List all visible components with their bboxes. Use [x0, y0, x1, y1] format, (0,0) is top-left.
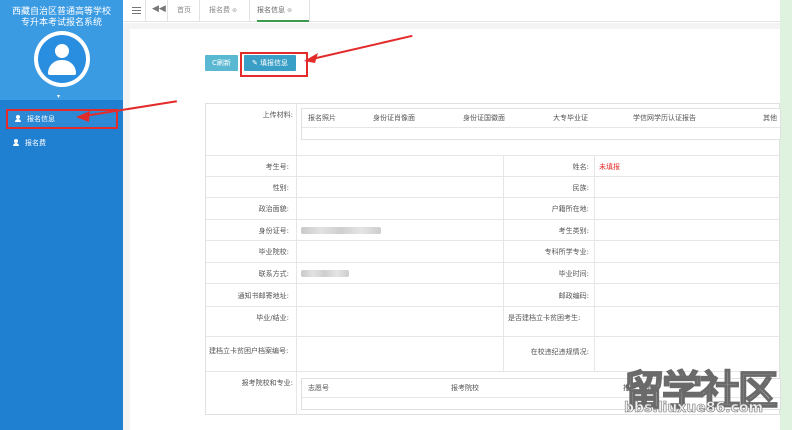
form-row: 联系方式: 毕业时间:	[206, 263, 781, 284]
name-status: 未填报	[599, 163, 620, 171]
form-row: 毕业/结业: 是否建档立卡贫困考生:	[206, 307, 781, 337]
form-row: 毕业院校: 专科所学专业:	[206, 241, 781, 263]
avatar-user-icon	[38, 35, 86, 83]
close-icon[interactable]: ⊗	[232, 1, 237, 21]
annotation-arrowhead	[304, 53, 318, 63]
column-header: 志愿号	[308, 384, 329, 392]
upload-row: 上传材料: 报名照片 身份证肖像面 身份证国徽面 大专毕业证 学信网学历认证报告…	[206, 104, 781, 156]
field-label: 联系方式:	[258, 270, 289, 278]
field-label: 政治面貌:	[258, 205, 289, 213]
tab-label: 首页	[177, 6, 191, 14]
close-icon[interactable]: ⊗	[287, 1, 292, 21]
redacted-phone-number	[301, 270, 349, 277]
column-header: 其他	[763, 114, 777, 122]
field-label: 性别:	[272, 184, 289, 192]
column-header: 学信网学历认证报告	[633, 114, 696, 122]
sidebar-item-label: 报名费	[25, 139, 46, 147]
watermark: 留学社区 bbs.liuxue86.com	[622, 358, 780, 416]
column-header: 大专毕业证	[553, 114, 588, 122]
field-label: 上传材料:	[262, 111, 293, 119]
hamburger-icon[interactable]	[132, 7, 141, 14]
user-icon	[15, 114, 21, 122]
tab-registration-fee[interactable]: 报名费 ⊗	[209, 0, 237, 22]
sidebar-item-registration-fee[interactable]: 报名费	[6, 133, 118, 153]
sidebar-header: 西藏自治区普通高等学校 专升本考试报名系统 ▾	[0, 0, 123, 100]
watermark-url: bbs.liuxue86.com	[624, 400, 764, 417]
column-header: 报考院校	[451, 384, 479, 392]
field-label: 姓名:	[572, 163, 589, 171]
form-row: 性别: 民族:	[206, 177, 781, 198]
column-header: 报名照片	[308, 114, 336, 122]
back-icon[interactable]: ◀◀	[152, 4, 166, 14]
top-bar: ◀◀ 首页 报名费 ⊗ 报名信息 ⊗	[123, 0, 780, 22]
field-label: 毕业/结业:	[256, 314, 289, 322]
sidebar-item-label: 报名信息	[27, 115, 55, 123]
field-label: 邮政编码:	[558, 292, 589, 300]
system-title: 西藏自治区普通高等学校 专升本考试报名系统	[0, 7, 123, 29]
field-label: 毕业时间:	[558, 270, 589, 278]
field-label: 建档立卡贫困户档案编号:	[209, 347, 289, 355]
field-label: 报考院校和专业:	[241, 379, 293, 387]
table-row	[302, 127, 780, 140]
column-header: 身份证肖像面	[373, 114, 415, 122]
redacted-id-number	[301, 227, 381, 234]
form-row: 身份证号: 考生类别:	[206, 220, 781, 241]
tab-label: 报名信息	[257, 6, 285, 14]
field-label: 民族:	[572, 184, 589, 192]
column-divider	[296, 104, 297, 415]
field-label: 户籍所在地:	[551, 205, 589, 213]
field-label: 在校违纪违规情况:	[530, 348, 589, 356]
field-label: 身份证号:	[258, 227, 289, 235]
avatar-caret-icon[interactable]: ▾	[57, 93, 60, 100]
annotation-box	[240, 52, 308, 77]
column-divider	[503, 156, 504, 372]
form-row: 通知书邮寄地址: 邮政编码:	[206, 284, 781, 307]
column-header: 身份证国徽面	[463, 114, 505, 122]
field-label: 考生类别:	[558, 227, 589, 235]
system-title-line2: 专升本考试报名系统	[20, 18, 102, 28]
field-label: 通知书邮寄地址:	[237, 292, 289, 300]
system-title-line1: 西藏自治区普通高等学校	[11, 7, 111, 17]
field-label: 专科所学专业:	[544, 248, 589, 256]
upload-materials-table: 报名照片 身份证肖像面 身份证国徽面 大专毕业证 学信网学历认证报告 其他	[301, 108, 781, 140]
form-row: 政治面貌: 户籍所在地:	[206, 198, 781, 220]
form-row: 考生号: 姓名: 未填报	[206, 156, 781, 177]
sidebar: 西藏自治区普通高等学校 专升本考试报名系统 ▾ 报名信息 报名费	[0, 0, 123, 430]
tab-home[interactable]: 首页	[177, 0, 191, 22]
field-label: 是否建档立卡贫困考生:	[508, 314, 581, 322]
annotation-arrowhead	[76, 111, 90, 122]
field-label: 考生号:	[265, 163, 289, 171]
tab-label: 报名费	[209, 6, 230, 14]
field-label: 毕业院校:	[258, 248, 289, 256]
user-icon	[13, 138, 19, 146]
column-divider	[594, 156, 595, 372]
avatar[interactable]	[34, 31, 90, 87]
window-edge	[780, 0, 792, 430]
tab-registration-info[interactable]: 报名信息 ⊗	[257, 0, 309, 22]
refresh-button[interactable]: C刷新	[205, 55, 238, 71]
